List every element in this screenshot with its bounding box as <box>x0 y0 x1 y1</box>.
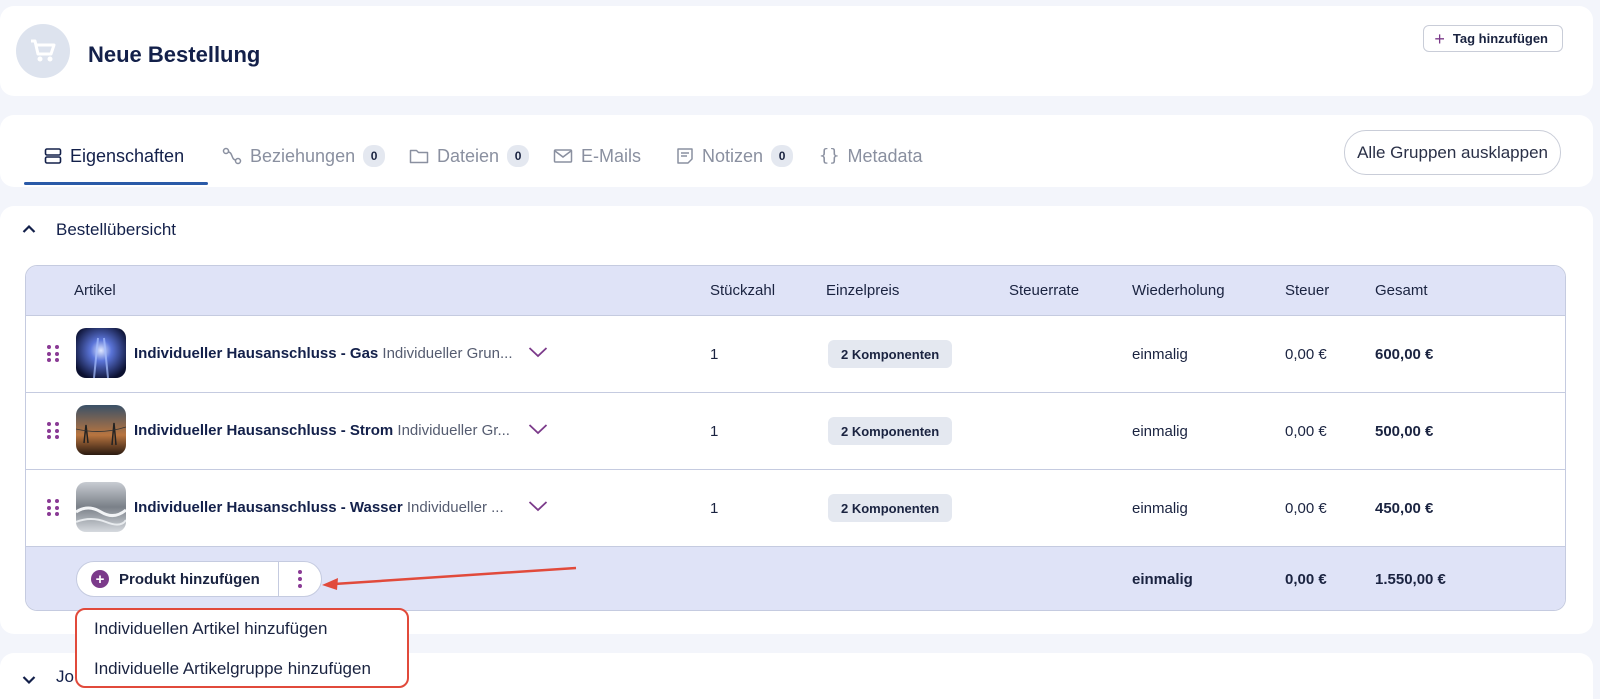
count-badge: 0 <box>507 145 530 167</box>
column-header-recurrence: Wiederholung <box>1132 282 1225 299</box>
section-title: Jo <box>56 667 74 686</box>
plus-circle-icon: + <box>91 570 109 588</box>
product-image-gas <box>76 328 126 378</box>
chevron-up-icon[interactable] <box>22 224 36 234</box>
product-name: Individueller Hausanschluss - Gas Indivi… <box>134 345 513 362</box>
tab-dateien[interactable]: Dateien 0 <box>409 140 530 172</box>
kebab-menu-icon <box>297 570 302 588</box>
folder-icon <box>409 149 429 164</box>
total-cell: 500,00 € <box>1375 423 1434 440</box>
add-product-button-group: + Produkt hinzufügen <box>76 561 322 597</box>
drag-handle-icon[interactable] <box>47 422 59 440</box>
column-header-tax: Steuer <box>1285 282 1330 299</box>
active-tab-indicator <box>24 182 208 185</box>
order-header: Neue Bestellung + Tag hinzufügen <box>0 6 1593 96</box>
tax-cell: 0,00 € <box>1285 500 1327 517</box>
total-cell: 450,00 € <box>1375 500 1434 517</box>
tab-label: E-Mails <box>581 145 642 166</box>
tab-label: Dateien <box>437 145 500 166</box>
expand-all-groups-button[interactable]: Alle Gruppen ausklappen <box>1344 130 1561 175</box>
add-product-label: Produkt hinzufügen <box>119 570 260 588</box>
column-header-qty: Stückzahl <box>710 282 776 299</box>
tax-cell: 0,00 € <box>1285 423 1327 440</box>
chevron-down-icon[interactable] <box>22 675 36 685</box>
order-table: Artikel Stückzahl Einzelpreis Steuerrate… <box>25 265 1566 611</box>
tab-label: Eigenschaften <box>70 145 185 166</box>
tab-label: Beziehungen <box>250 145 356 166</box>
chevron-down-icon[interactable] <box>528 346 548 358</box>
footer-total: 1.550,00 € <box>1375 571 1446 588</box>
mail-icon <box>553 149 573 163</box>
product-name: Individueller Hausanschluss - Wasser Ind… <box>134 499 504 516</box>
tax-cell: 0,00 € <box>1285 346 1327 363</box>
column-header-tax-rate: Steuerrate <box>1009 282 1080 299</box>
qty-cell: 1 <box>710 423 719 440</box>
properties-icon <box>44 148 62 164</box>
qty-cell: 1 <box>710 346 719 363</box>
tab-metadata[interactable]: {} Metadata <box>819 140 923 172</box>
notes-icon <box>677 148 693 164</box>
menu-item-add-custom-article-group[interactable]: Individuelle Artikelgruppe hinzufügen <box>94 659 371 679</box>
tab-label: Notizen <box>702 145 764 166</box>
count-badge: 0 <box>771 145 794 167</box>
order-overview-section: Bestellübersicht Artikel Stückzahl Einze… <box>0 206 1593 634</box>
tab-eigenschaften[interactable]: Eigenschaften <box>44 140 184 172</box>
more-options-button[interactable] <box>279 562 321 596</box>
add-product-button[interactable]: + Produkt hinzufügen <box>77 562 279 596</box>
components-badge[interactable]: 2 Komponenten <box>828 417 953 445</box>
menu-item-add-custom-article[interactable]: Individuellen Artikel hinzufügen <box>94 619 327 639</box>
recurrence-cell: einmalig <box>1132 423 1188 440</box>
chevron-down-icon[interactable] <box>528 423 548 435</box>
components-badge[interactable]: 2 Komponenten <box>828 494 953 522</box>
braces-icon: {} <box>819 146 840 166</box>
drag-handle-icon[interactable] <box>47 345 59 363</box>
tab-emails[interactable]: E-Mails <box>553 140 641 172</box>
cart-icon <box>16 24 70 78</box>
column-header-total: Gesamt <box>1375 282 1428 299</box>
plus-icon: + <box>1434 28 1445 49</box>
add-tag-button[interactable]: + Tag hinzufügen <box>1423 25 1563 52</box>
total-cell: 600,00 € <box>1375 346 1434 363</box>
tabs-bar: Eigenschaften Beziehungen 0 Dateien 0 E-… <box>0 115 1593 187</box>
product-image-wasser <box>76 482 126 532</box>
product-name: Individueller Hausanschluss - Strom Indi… <box>134 422 510 439</box>
section-title: Bestellübersicht <box>56 220 177 239</box>
tab-beziehungen[interactable]: Beziehungen 0 <box>222 140 386 172</box>
product-image-strom <box>76 405 126 455</box>
count-badge: 0 <box>363 145 386 167</box>
recurrence-cell: einmalig <box>1132 500 1188 517</box>
table-row: Individueller Hausanschluss - Strom Indi… <box>26 392 1565 469</box>
table-row: Individueller Hausanschluss - Wasser Ind… <box>26 469 1565 546</box>
add-options-menu: Individuellen Artikel hinzufügen Individ… <box>75 608 409 688</box>
recurrence-cell: einmalig <box>1132 346 1188 363</box>
footer-tax: 0,00 € <box>1285 571 1327 588</box>
relations-icon <box>222 147 242 165</box>
table-header: Artikel Stückzahl Einzelpreis Steuerrate… <box>26 266 1565 315</box>
components-badge[interactable]: 2 Komponenten <box>828 340 953 368</box>
table-row: Individueller Hausanschluss - Gas Indivi… <box>26 315 1565 392</box>
drag-handle-icon[interactable] <box>47 499 59 517</box>
tab-notizen[interactable]: Notizen 0 <box>676 140 794 172</box>
tab-label: Metadata <box>847 145 923 166</box>
qty-cell: 1 <box>710 500 719 517</box>
add-tag-label: Tag hinzufügen <box>1452 31 1548 46</box>
footer-recurrence: einmalig <box>1132 571 1193 588</box>
table-footer-row: + Produkt hinzufügen einmalig 0,00 € 1.5… <box>26 546 1565 610</box>
page-title: Neue Bestellung <box>88 42 261 67</box>
chevron-down-icon[interactable] <box>528 500 548 512</box>
column-header-unit-price: Einzelpreis <box>826 282 900 299</box>
column-header-article: Artikel <box>74 282 116 299</box>
